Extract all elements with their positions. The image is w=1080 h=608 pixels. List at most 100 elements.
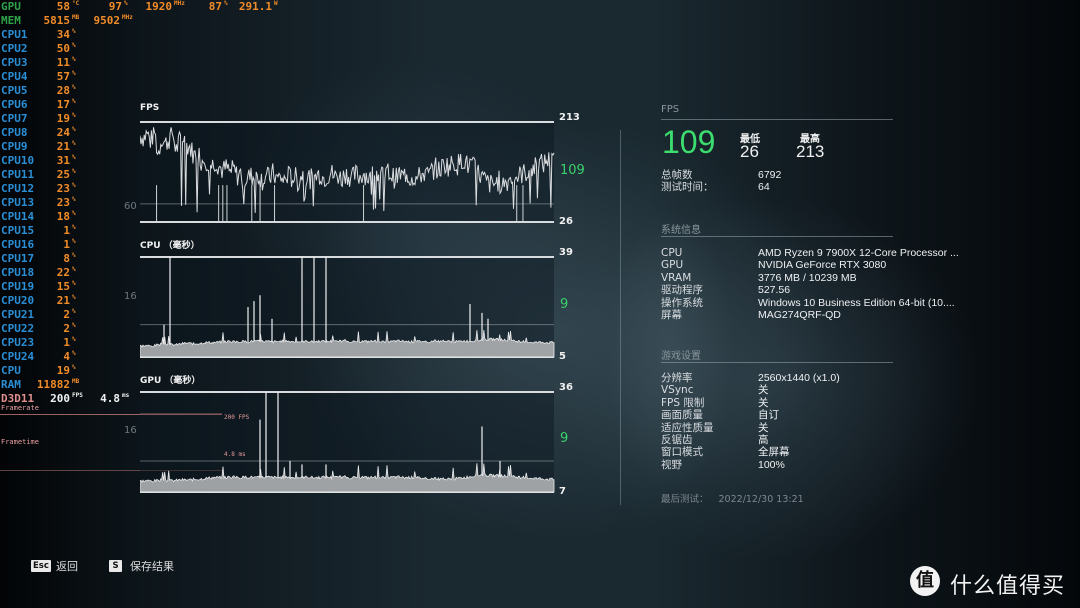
osd-cpu-label: CPU21 <box>1 308 35 321</box>
back-key-badge[interactable]: Esc <box>31 560 51 572</box>
osd-cpu-value: 2 <box>63 308 70 321</box>
osd-cpu-value: 15 <box>56 280 70 293</box>
osd-cpu-unit: % <box>72 350 76 357</box>
osd-cpu-total-value: 19 <box>56 364 70 377</box>
osd-cpu-unit: % <box>72 126 76 133</box>
osd-cpu-unit: % <box>72 168 76 175</box>
gpu-chart: GPU （毫秒） 200 FPS 4.8 ms 36 9 7 16 <box>124 373 573 498</box>
system-info-row-value: NVIDIA GeForce RTX 3080 <box>758 259 887 272</box>
osd-cpu-label: CPU20 <box>1 294 35 307</box>
osd-cpu-label: CPU10 <box>1 154 35 167</box>
cpu-max-label: 39 <box>559 247 573 258</box>
osd-cpu-unit: % <box>72 294 76 301</box>
osd-cpu-unit: % <box>72 182 76 189</box>
osd-d3d-frametime-unit: ms <box>122 392 130 399</box>
save-key-badge[interactable]: S <box>109 560 122 572</box>
osd-cpu-value: 17 <box>56 98 70 111</box>
osd-gpu-fan-unit: % <box>224 0 228 7</box>
osd-gpu-clock-unit: MHz <box>174 0 185 7</box>
osd-cpu-unit: % <box>72 140 76 147</box>
cpu-chart-plot <box>140 256 555 358</box>
osd-cpu-label: CPU3 <box>1 56 28 69</box>
osd-cpu-value: 57 <box>56 70 70 83</box>
osd-cpu-label: CPU14 <box>1 210 35 223</box>
system-info-row-key: 驱动程序 <box>661 284 703 297</box>
cpu-current-label: 9 <box>560 297 569 312</box>
last-test: 最后测试： 2022/12/30 13:21 <box>661 491 804 505</box>
osd-cpu-label: CPU17 <box>1 252 35 265</box>
osd-mem-clock: 9502 <box>93 14 121 27</box>
osd-framerate-label: Framerate <box>1 404 39 412</box>
osd-cpu-value: 34 <box>56 28 70 41</box>
system-info-row-value: 527.56 <box>758 284 791 297</box>
fps-current-label: 109 <box>560 163 585 178</box>
osd-cpu-label: CPU16 <box>1 238 35 251</box>
osd-cpu-label: CPU12 <box>1 182 35 195</box>
osd-cpu-label: CPU4 <box>1 70 28 83</box>
game-setting-row-value: 2560x1440 (x1.0) <box>758 372 840 384</box>
osd-cpu-label: CPU18 <box>1 266 35 279</box>
system-info-row-value: MAG274QRF-QD <box>758 309 841 321</box>
osd-cpu-value: 24 <box>56 126 70 139</box>
osd-cpu-label: CPU2 <box>1 42 28 55</box>
game-setting-row-value: 自订 <box>758 409 779 422</box>
last-test-value: 2022/12/30 13:21 <box>718 494 804 505</box>
watermark-logo-icon: 值 <box>910 566 940 596</box>
game-setting-row-value: 关 <box>758 384 769 397</box>
osd-cpu-value: 2 <box>63 322 70 335</box>
osd-ram-unit: MB <box>72 378 80 385</box>
osd-mem-label: MEM <box>1 14 21 27</box>
osd-cpu-value: 11 <box>56 56 70 69</box>
summary-section-title: FPS <box>661 104 680 115</box>
last-test-label: 最后测试： <box>661 494 709 505</box>
osd-gpu-label: GPU <box>1 0 21 13</box>
osd-cpu-label: CPU23 <box>1 336 35 349</box>
cpu-chart-title: CPU （毫秒） <box>140 241 200 251</box>
system-info-row-key: CPU <box>661 247 683 259</box>
osd-cpu-value: 23 <box>56 182 70 195</box>
osd-cpu-unit: % <box>72 56 76 63</box>
total-frames-label: 总帧数 <box>661 169 693 181</box>
osd-cpu-total-label: CPU <box>1 364 21 377</box>
gpu-grid-label: 16 <box>124 425 137 436</box>
osd-cpu-label: CPU8 <box>1 126 28 139</box>
gpu-chart-title: GPU （毫秒） <box>140 376 201 386</box>
game-setting-row-key: 适应性质量 <box>661 421 714 434</box>
osd-gpu-power: 291.1 <box>238 0 272 13</box>
back-button[interactable]: 返回 <box>56 558 78 574</box>
osd-cpu-unit: % <box>72 28 76 35</box>
osd-cpu-unit: % <box>72 196 76 203</box>
osd-gpu-load-unit: % <box>124 0 128 7</box>
osd-gpu-clock: 1920 <box>145 0 173 13</box>
system-info-title: 系统信息 <box>661 225 701 236</box>
osd-cpu-value: 1 <box>63 238 70 251</box>
total-frames-value: 6792 <box>758 169 782 181</box>
osd-overlay-fps-text: 200 FPS <box>224 414 250 421</box>
cpu-grid-label: 16 <box>124 291 137 302</box>
osd-cpu-value: 4 <box>63 350 70 363</box>
fps-max-label: 213 <box>559 112 580 123</box>
game-setting-row-key: 分辨率 <box>661 372 693 384</box>
osd-cpu-label: CPU24 <box>1 350 35 363</box>
gpu-chart-plot: 200 FPS 4.8 ms <box>140 391 555 493</box>
summary-rule <box>661 119 893 120</box>
watermark-text: 什么值得买 <box>950 574 1066 599</box>
osd-cpu-label: CPU7 <box>1 112 28 125</box>
osd-cpu-unit: % <box>72 98 76 105</box>
osd-cpu-unit: % <box>72 252 76 259</box>
game-setting-row-key: 画面质量 <box>661 409 703 422</box>
osd-gpu-temp-unit: °C <box>72 0 80 7</box>
fps-chart: FPS 213 109 26 60 <box>124 103 585 228</box>
osd-cpu-label: CPU6 <box>1 98 28 111</box>
fps-grid-label: 60 <box>124 201 137 212</box>
osd-cpu-value: 21 <box>56 294 70 307</box>
osd-cpu-value: 19 <box>56 112 70 125</box>
game-settings-title: 游戏设置 <box>661 351 701 362</box>
panel-divider <box>620 130 621 505</box>
osd-cpu-value: 31 <box>56 154 70 167</box>
osd-cpu-label: CPU5 <box>1 84 28 97</box>
osd-mem-used: 5815 <box>43 14 71 27</box>
save-results-button[interactable]: 保存结果 <box>130 558 174 574</box>
osd-cpu-unit: % <box>72 336 76 343</box>
osd-mem-clock-unit: MHz <box>122 14 133 21</box>
